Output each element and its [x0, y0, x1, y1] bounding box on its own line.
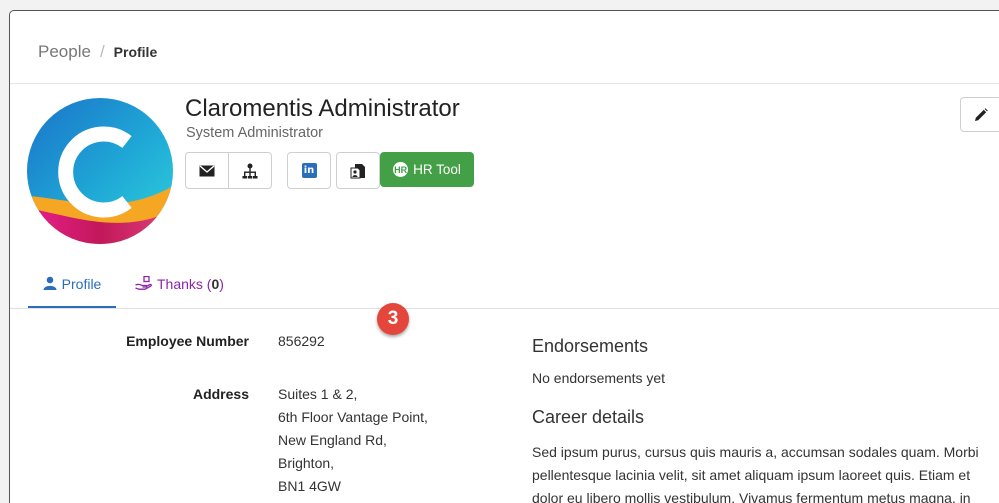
address-label: Address — [192, 386, 249, 402]
email-button[interactable] — [186, 153, 229, 188]
linkedin-button[interactable]: in — [288, 153, 330, 188]
address-line: Suites 1 & 2, — [278, 386, 358, 402]
career-line: pellentesque lacinia velit, sit amet ali… — [532, 467, 971, 483]
profile-panel: People / Profile Claromentis Administrat… — [9, 10, 999, 503]
contact-button-group — [185, 152, 272, 189]
org-chart-button[interactable] — [229, 153, 271, 188]
address-line: Brighton, — [278, 455, 335, 471]
tab-thanks-suffix: ) — [219, 276, 224, 292]
vcard-button-group — [336, 152, 380, 189]
claromentis-logo-avatar — [27, 98, 173, 244]
employee-number-value: 856292 — [278, 333, 325, 349]
breadcrumb-people-link[interactable]: People — [38, 42, 91, 61]
address-line: New England Rd, — [278, 432, 387, 448]
profile-role: System Administrator — [186, 125, 323, 141]
career-details-text: Sed ipsum purus, cursus quis mauris a, a… — [532, 441, 999, 503]
hr-tool-label: HR Tool — [413, 162, 461, 177]
linkedin-icon: in — [301, 163, 317, 178]
career-line: Sed ipsum purus, cursus quis mauris a, a… — [532, 444, 979, 460]
vcard-download-button[interactable] — [337, 153, 379, 188]
endorsements-heading: Endorsements — [532, 336, 649, 356]
tab-profile[interactable]: Profile — [28, 276, 116, 308]
breadcrumb-trail: People / Profile — [38, 42, 157, 62]
user-icon — [43, 276, 57, 290]
breadcrumb: People / Profile — [10, 11, 999, 84]
linkedin-button-group: in — [287, 152, 331, 189]
pencil-icon — [975, 107, 988, 121]
tab-thanks-label: Thanks ( — [157, 276, 212, 292]
profile-tabs: Profile Thanks (0) — [10, 268, 999, 309]
employee-number-label: Employee Number — [126, 333, 249, 349]
hr-tool-button[interactable]: HR HR Tool — [380, 152, 474, 187]
edit-profile-button[interactable] — [960, 97, 999, 132]
endorsements-empty-text: No endorsements yet — [532, 370, 666, 386]
breadcrumb-current: Profile — [113, 44, 158, 60]
address-line: BN1 4GW — [278, 478, 342, 494]
address-value: Suites 1 & 2, 6th Floor Vantage Point, N… — [278, 386, 428, 501]
window-frame: People / Profile Claromentis Administrat… — [0, 0, 999, 503]
tab-profile-label: Profile — [61, 276, 102, 292]
contact-card-icon — [350, 163, 365, 178]
career-details-heading: Career details — [532, 407, 645, 427]
hand-gift-icon — [135, 276, 152, 290]
org-chart-icon — [242, 163, 258, 178]
envelope-icon — [199, 164, 215, 176]
career-line: dolor eu libero mollis vestibulum. Vivam… — [532, 490, 971, 503]
breadcrumb-separator: / — [99, 42, 105, 61]
profile-name: Claromentis Administrator — [185, 95, 460, 122]
hr-tool-icon: HR — [393, 162, 409, 177]
tab-thanks[interactable]: Thanks (0) — [135, 276, 224, 306]
avatar — [27, 98, 173, 244]
address-line: 6th Floor Vantage Point, — [278, 409, 428, 425]
step-annotation-badge: 3 — [377, 303, 409, 335]
